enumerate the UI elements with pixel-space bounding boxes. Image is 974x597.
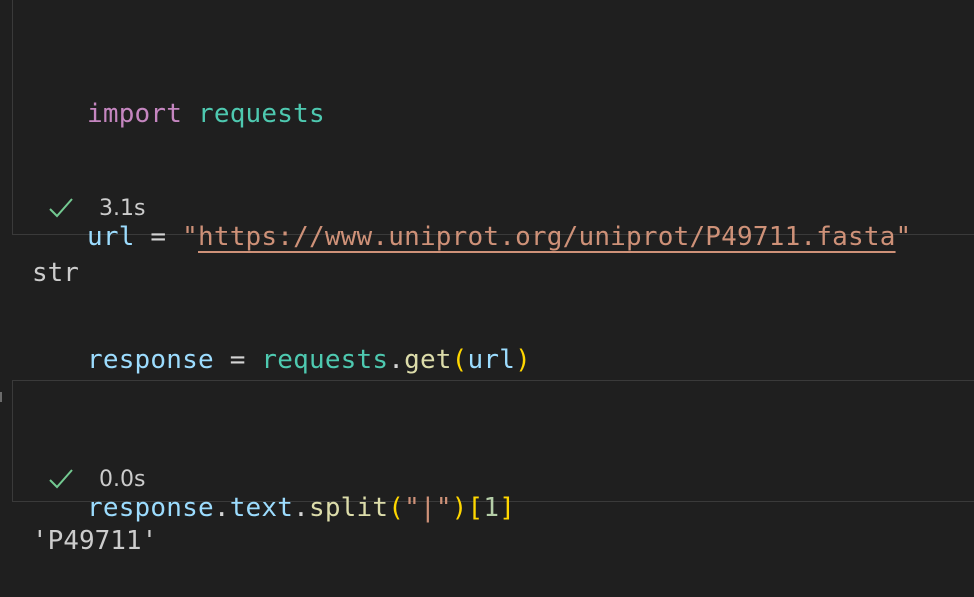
variable-url: url (87, 222, 135, 252)
paren-close: ) (451, 493, 468, 523)
dot-operator: . (293, 493, 309, 523)
bracket-close: ] (499, 493, 516, 523)
code-line-2: url = "https://www.uniprot.org/uniprot/P… (87, 217, 911, 258)
string-quote-close: " (895, 222, 912, 252)
check-icon (47, 465, 75, 493)
code-cell-2[interactable]: response.text.split("|")[1] 0.0s (12, 380, 974, 523)
cell-focus-marker (0, 392, 2, 402)
operator-assign: = (150, 222, 167, 252)
code-editor-2[interactable]: response.text.split("|")[1] (87, 406, 515, 597)
code-cell-1[interactable]: import requests url = "https://www.unipr… (12, 0, 974, 498)
cell-output-2: 'P49711' (32, 526, 158, 556)
dot-operator: . (388, 345, 405, 375)
code-line-1: import requests (87, 94, 911, 135)
argument-url: url (467, 345, 516, 375)
keyword-import: import (87, 99, 183, 129)
variable-response: response (87, 345, 214, 375)
attribute-text: text (229, 493, 294, 523)
code-line-3: response = requests.get(url) (87, 340, 911, 381)
execution-time: 0.0s (99, 466, 146, 492)
execution-status-2: 0.0s (47, 465, 145, 493)
module-name: requests (261, 345, 389, 375)
module-name: requests (197, 99, 325, 129)
execution-status-1: 3.1s (47, 194, 145, 222)
paren-open: ( (451, 345, 468, 375)
check-icon (47, 194, 75, 222)
operator-assign: = (229, 345, 246, 375)
string-quote-open: " (182, 222, 198, 252)
index-number: 1 (483, 493, 500, 523)
string-pipe: "|" (404, 493, 452, 523)
code-line-1: response.text.split("|")[1] (87, 488, 515, 529)
dot-operator: . (213, 493, 230, 523)
function-get: get (404, 345, 452, 375)
object-response: response (87, 493, 214, 523)
url-link[interactable]: https://www.uniprot.org/uniprot/P49711.f… (198, 222, 896, 252)
cell-output-1: str (32, 258, 79, 288)
execution-time: 3.1s (99, 195, 146, 221)
paren-close: ) (515, 345, 531, 375)
paren-open: ( (388, 493, 405, 523)
function-split: split (308, 493, 389, 523)
bracket-open: [ (467, 493, 484, 523)
